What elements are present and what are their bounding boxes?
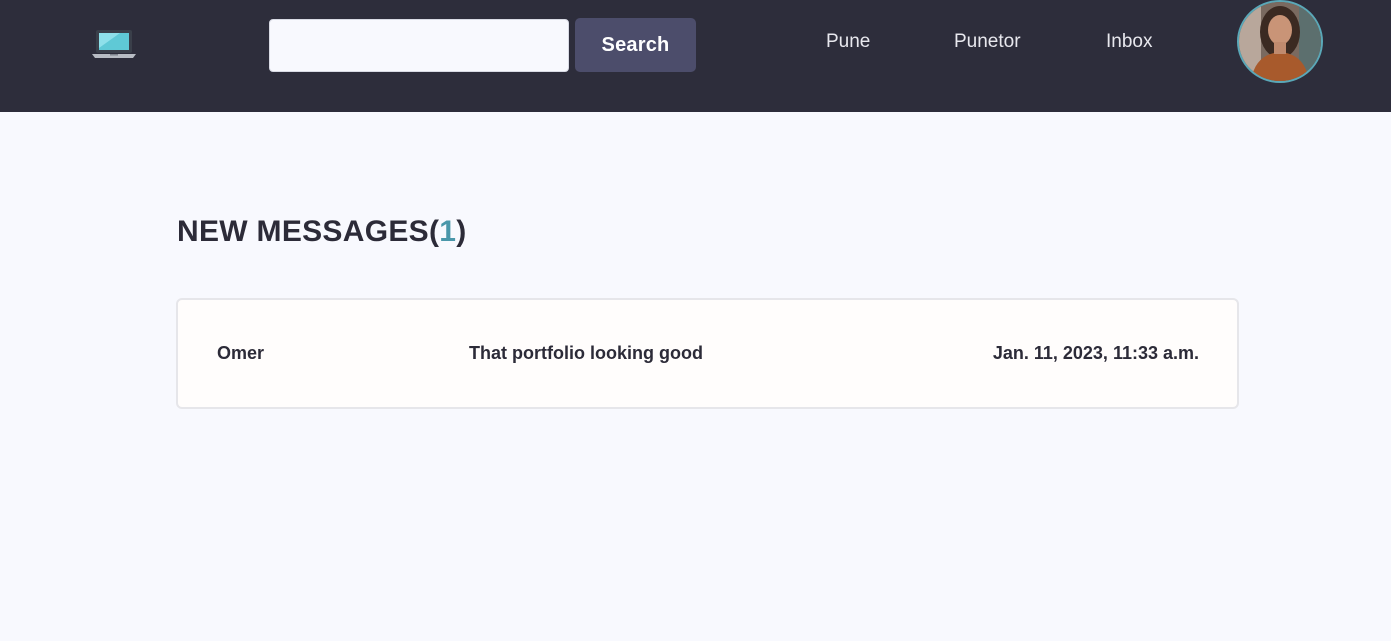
message-text: That portfolio looking good — [469, 343, 703, 363]
nav-link-punetor[interactable]: Punetor — [954, 31, 1021, 53]
heading-prefix: NEW MESSAGES( — [177, 215, 440, 248]
nav-link-pune[interactable]: Pune — [826, 31, 870, 53]
heading-suffix: ) — [456, 215, 467, 248]
message-date: Jan. 11, 2023, 11:33 a.m. — [992, 343, 1199, 363]
nav-link-inbox[interactable]: Inbox — [1106, 31, 1152, 53]
search-button[interactable]: Search — [575, 18, 696, 72]
message-count: 1 — [439, 215, 457, 248]
search-input[interactable] — [269, 19, 569, 72]
user-avatar[interactable] — [1237, 0, 1323, 83]
navbar: Search Pune Punetor Inbox — [0, 0, 1391, 112]
laptop-icon[interactable] — [90, 28, 138, 60]
page-title: NEW MESSAGES(1) — [177, 215, 467, 249]
message-sender: Omer — [217, 343, 265, 363]
message-row[interactable]: Omer That portfolio looking good Jan. 11… — [176, 298, 1239, 409]
